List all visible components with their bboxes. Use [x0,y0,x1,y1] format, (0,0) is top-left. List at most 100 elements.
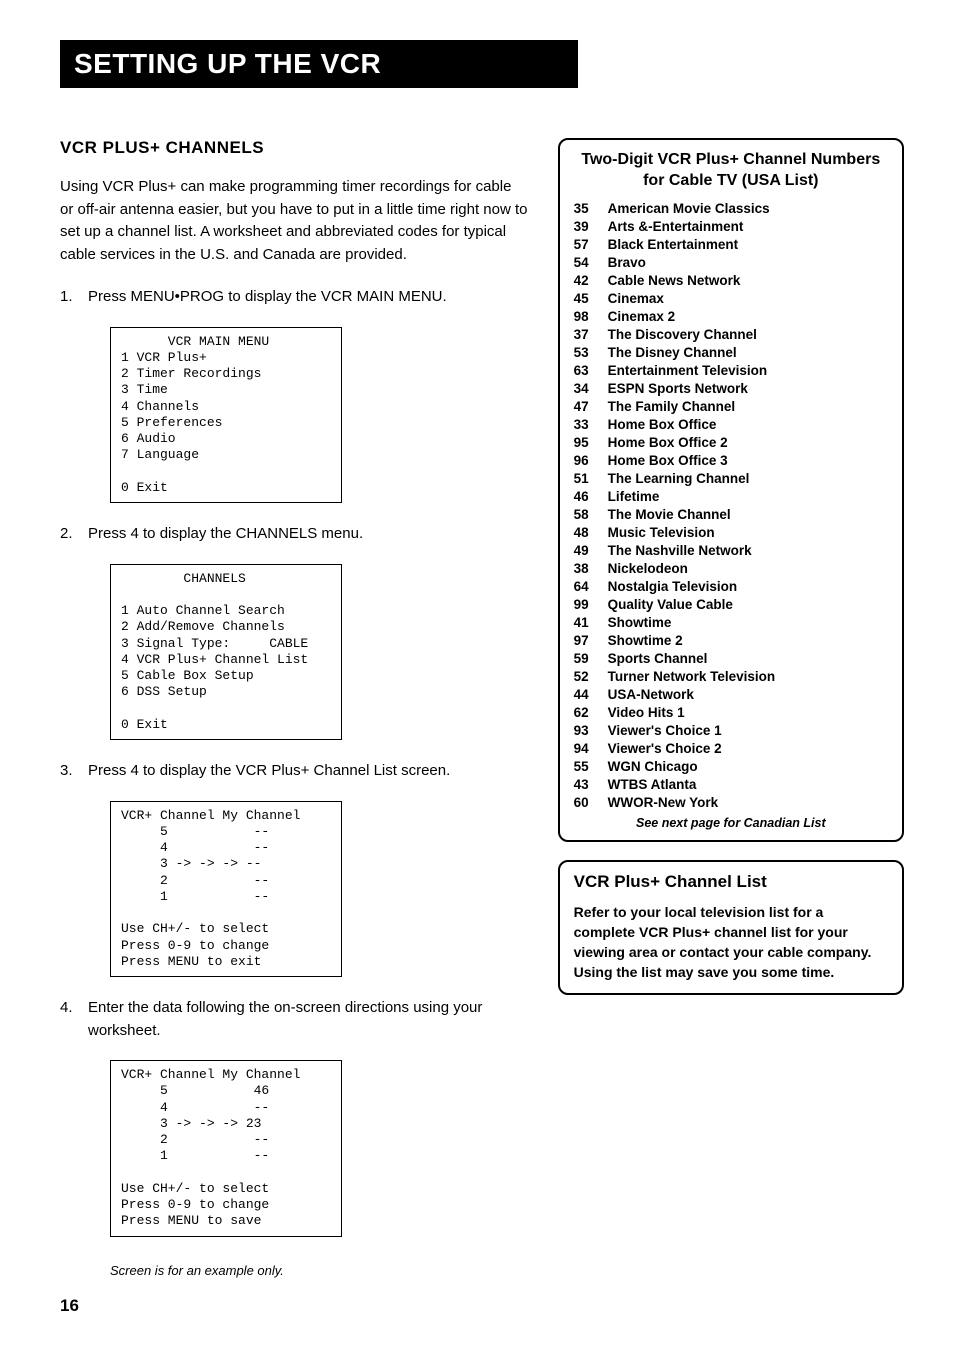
channel-row: 97Showtime 2 [574,632,888,650]
channel-row: 96Home Box Office 3 [574,452,888,470]
tip-box-body: Refer to your local television list for … [574,902,888,983]
channel-name: The Nashville Network [608,543,752,558]
see-next-note: See next page for Canadian List [574,812,888,830]
channel-name: Cable News Network [608,273,741,288]
channel-name: Lifetime [608,489,660,504]
channel-row: 35American Movie Classics [574,200,888,218]
channel-row: 52Turner Network Television [574,668,888,686]
channel-name: WGN Chicago [608,759,698,774]
channel-number: 43 [574,777,608,792]
channel-row: 51The Learning Channel [574,470,888,488]
step-text: Enter the data following the on-screen d… [88,997,528,1042]
screen-vcrlist-2: VCR+ Channel My Channel 5 46 4 -- 3 -> -… [110,1060,342,1237]
channel-row: 62Video Hits 1 [574,704,888,722]
channel-number: 93 [574,723,608,738]
channel-number: 58 [574,507,608,522]
channel-name: American Movie Classics [608,201,770,216]
channel-number: 49 [574,543,608,558]
step-text: Press 4 to display the CHANNELS menu. [88,523,363,546]
channel-number: 45 [574,291,608,306]
channel-name: The Movie Channel [608,507,731,522]
usa-box-title: Two-Digit VCR Plus+ Channel Numbers for … [574,150,888,192]
channel-row: 33Home Box Office [574,416,888,434]
channel-number: 99 [574,597,608,612]
screen-channels: CHANNELS 1 Auto Channel Search 2 Add/Rem… [110,564,342,741]
channel-row: 46Lifetime [574,488,888,506]
channel-number: 35 [574,201,608,216]
channel-row: 95Home Box Office 2 [574,434,888,452]
step-4: 4. Enter the data following the on-scree… [60,997,528,1042]
channel-number: 52 [574,669,608,684]
channel-row: 98Cinemax 2 [574,308,888,326]
channel-number: 44 [574,687,608,702]
channel-name: Showtime 2 [608,633,683,648]
channel-name: Video Hits 1 [608,705,685,720]
usa-channel-box: Two-Digit VCR Plus+ Channel Numbers for … [558,138,904,842]
channel-number: 59 [574,651,608,666]
step-text: Press MENU•PROG to display the VCR MAIN … [88,286,447,309]
right-column: Two-Digit VCR Plus+ Channel Numbers for … [558,138,904,1013]
channel-name: Quality Value Cable [608,597,733,612]
channel-name: Nostalgia Television [608,579,738,594]
channel-row: 58The Movie Channel [574,506,888,524]
step-3: 3. Press 4 to display the VCR Plus+ Chan… [60,760,528,783]
step-number: 1. [60,286,88,309]
channel-name: The Learning Channel [608,471,750,486]
channel-name: The Disney Channel [608,345,737,360]
channel-number: 51 [574,471,608,486]
channel-number: 98 [574,309,608,324]
channel-row: 42Cable News Network [574,272,888,290]
channel-number: 38 [574,561,608,576]
channel-number: 97 [574,633,608,648]
channel-name: ESPN Sports Network [608,381,748,396]
channel-row: 99Quality Value Cable [574,596,888,614]
channel-number: 48 [574,525,608,540]
step-number: 3. [60,760,88,783]
page-number: 16 [60,1296,528,1316]
channel-name: WWOR-New York [608,795,719,810]
channel-number: 63 [574,363,608,378]
channel-row: 55WGN Chicago [574,758,888,776]
channel-row: 41Showtime [574,614,888,632]
channel-name: Cinemax [608,291,664,306]
channel-number: 95 [574,435,608,450]
section-title: VCR PLUS+ CHANNELS [60,138,528,158]
channel-name: The Discovery Channel [608,327,757,342]
channel-row: 60WWOR-New York [574,794,888,812]
channel-name: Home Box Office [608,417,717,432]
channel-number: 41 [574,615,608,630]
channel-name: Nickelodeon [608,561,688,576]
step-number: 2. [60,523,88,546]
channel-name: WTBS Atlanta [608,777,697,792]
channel-number: 94 [574,741,608,756]
step-2: 2. Press 4 to display the CHANNELS menu. [60,523,528,546]
channel-row: 44USA-Network [574,686,888,704]
channel-row: 38Nickelodeon [574,560,888,578]
channel-number: 34 [574,381,608,396]
screen-main-menu: VCR MAIN MENU 1 VCR Plus+ 2 Timer Record… [110,327,342,504]
channel-list-tip-box: VCR Plus+ Channel List Refer to your loc… [558,860,904,995]
channel-number: 39 [574,219,608,234]
channel-number: 60 [574,795,608,810]
channel-row: 49The Nashville Network [574,542,888,560]
channel-number: 64 [574,579,608,594]
channel-name: Entertainment Television [608,363,768,378]
channel-number: 54 [574,255,608,270]
channel-row: 53The Disney Channel [574,344,888,362]
example-footnote: Screen is for an example only. [110,1263,528,1278]
channel-name: Black Entertainment [608,237,739,252]
channel-row: 64Nostalgia Television [574,578,888,596]
channel-name: Showtime [608,615,672,630]
channel-name: Turner Network Television [608,669,776,684]
channel-number: 96 [574,453,608,468]
channel-name: Home Box Office 2 [608,435,728,450]
channel-number: 42 [574,273,608,288]
channel-row: 63Entertainment Television [574,362,888,380]
channel-number: 46 [574,489,608,504]
channel-row: 47The Family Channel [574,398,888,416]
step-1: 1. Press MENU•PROG to display the VCR MA… [60,286,528,309]
channel-name: The Family Channel [608,399,736,414]
channel-row: 48Music Television [574,524,888,542]
channel-row: 59Sports Channel [574,650,888,668]
channel-name: Sports Channel [608,651,708,666]
